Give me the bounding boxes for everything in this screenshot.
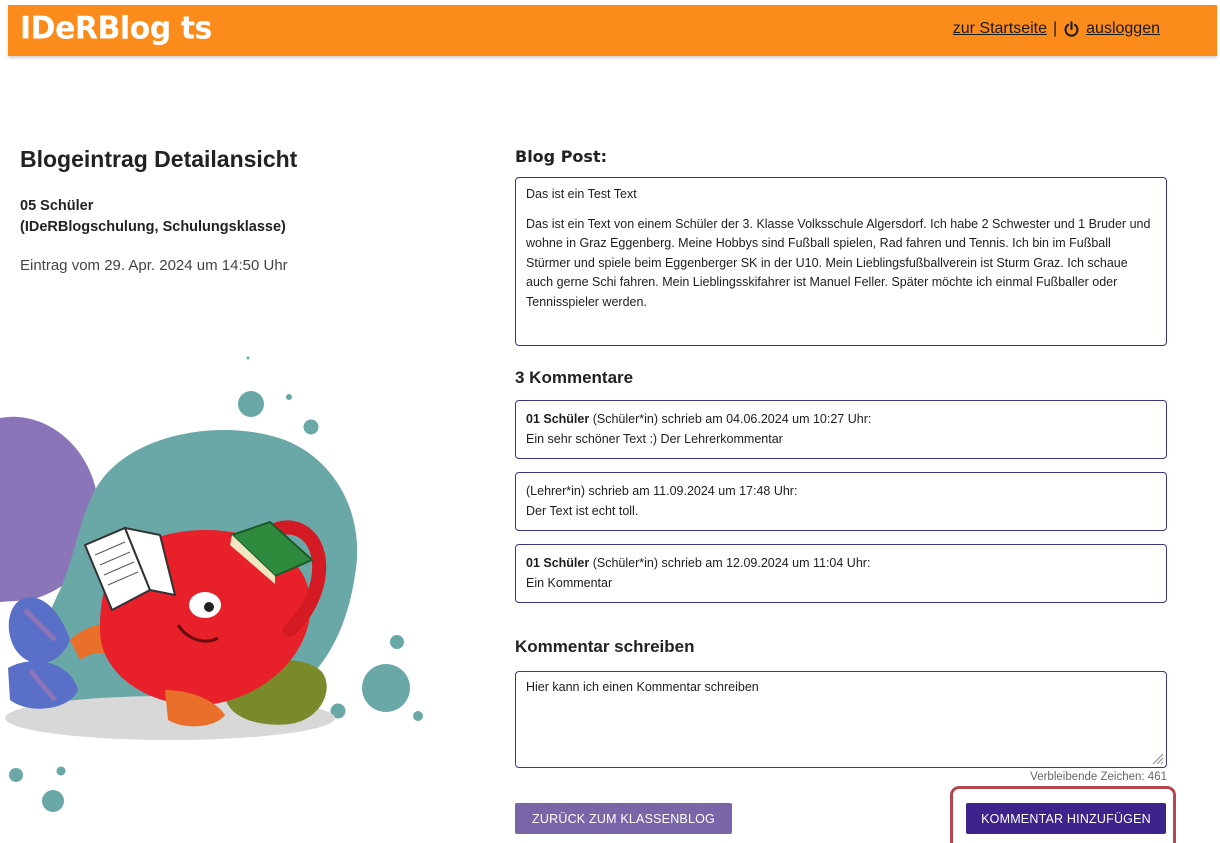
blog-post-heading: Blog Post: (515, 147, 607, 166)
remaining-characters: Verbleibende Zeichen: 461 (1030, 771, 1167, 783)
blog-post-box: Das ist ein Test Text Das ist ein Text v… (515, 177, 1167, 346)
entry-date: Eintrag vom 29. Apr. 2024 um 14:50 Uhr (20, 257, 288, 274)
page-title: Blogeintrag Detailansicht (20, 146, 298, 172)
comment-item: 01 Schüler (Schüler*in) schrieb am 12.09… (515, 544, 1167, 603)
comment-textarea[interactable]: Hier kann ich einen Kommentar schreiben (515, 671, 1167, 768)
comment-meta: 01 Schüler (Schüler*in) schrieb am 12.09… (526, 554, 1156, 574)
comment-text: Ein sehr schöner Text :) Der Lehrerkomme… (526, 431, 783, 446)
back-to-class-blog-button[interactable]: ZURÜCK ZUM KLASSENBLOG (515, 803, 732, 834)
comment-meta-text: (Lehrer*in) schrieb am 11.09.2024 um 17:… (526, 484, 798, 498)
comment-item: 01 Schüler (Schüler*in) schrieb am 04.06… (515, 400, 1167, 459)
write-comment-heading: Kommentar schreiben (515, 637, 695, 656)
mascot-illustration (0, 356, 423, 812)
comment-meta: (Lehrer*in) schrieb am 11.09.2024 um 17:… (526, 482, 1156, 502)
blog-post-body: Das ist ein Text von einem Schüler der 3… (526, 216, 1151, 309)
comments-heading: 3 Kommentare (515, 368, 634, 387)
comment-meta-text: (Schüler*in) schrieb am 04.06.2024 um 10… (592, 412, 872, 426)
top-bar: IDeRBlog ts zur Startseite | ausloggen (8, 5, 1217, 56)
resize-handle-icon[interactable] (1150, 751, 1164, 765)
comment-author: 01 Schüler (526, 556, 590, 570)
home-link[interactable]: zur Startseite (953, 20, 1047, 38)
top-nav: zur Startseite | ausloggen (953, 20, 1160, 38)
author-school: (IDeRBlogschulung, Schulungsklasse) (20, 219, 286, 235)
blog-post-title: Das ist ein Test Text (526, 187, 637, 201)
add-comment-button[interactable]: KOMMENTAR HINZUFÜGEN (966, 803, 1166, 834)
nav-separator: | (1053, 20, 1058, 37)
comment-item: (Lehrer*in) schrieb am 11.09.2024 um 17:… (515, 472, 1167, 531)
comment-text: Ein Kommentar (526, 575, 613, 590)
author-info: 05 Schüler (IDeRBlogschulung, Schulungsk… (20, 196, 286, 238)
comment-meta: 01 Schüler (Schüler*in) schrieb am 04.06… (526, 410, 1156, 430)
power-icon[interactable] (1063, 20, 1080, 38)
author-name: 05 Schüler (20, 198, 94, 214)
site-logo[interactable]: IDeRBlog ts (20, 10, 212, 47)
comment-author: 01 Schüler (526, 412, 590, 426)
comment-textarea-value: Hier kann ich einen Kommentar schreiben (526, 680, 759, 694)
comment-meta-text: (Schüler*in) schrieb am 12.09.2024 um 11… (592, 556, 871, 570)
logout-link[interactable]: ausloggen (1086, 20, 1160, 38)
comment-text: Der Text ist echt toll. (526, 503, 639, 518)
